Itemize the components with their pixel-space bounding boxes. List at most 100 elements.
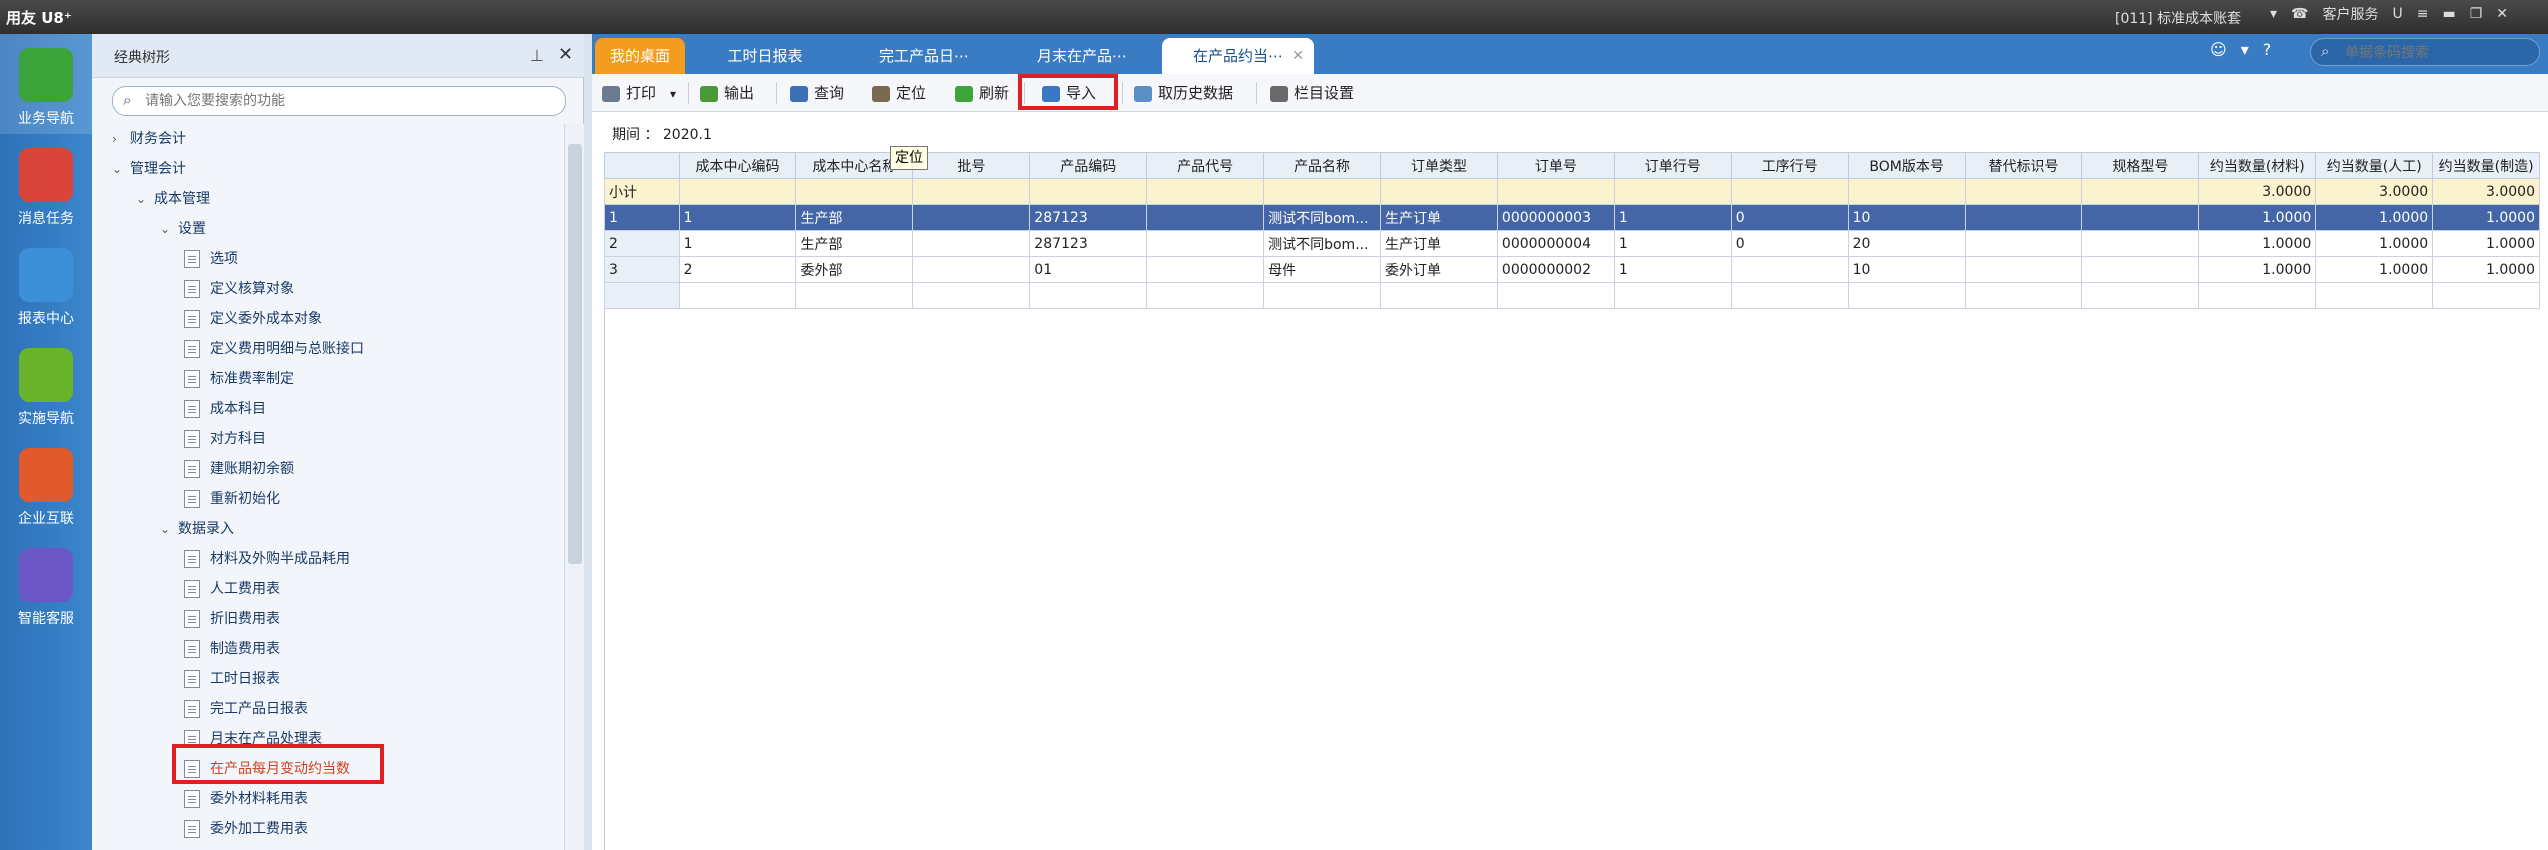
menu-icon[interactable]: ≡ [2417, 6, 2429, 22]
grid-cell[interactable] [2081, 282, 2200, 309]
grid-cell[interactable] [1730, 282, 1849, 309]
customer-service-link[interactable]: 客户服务 [2322, 4, 2378, 24]
grid-cell[interactable]: 1 [1613, 230, 1732, 257]
grid-cell[interactable] [678, 282, 797, 309]
grid-cell[interactable]: 1.0000 [2198, 204, 2317, 231]
tree-item[interactable]: 制造费用表 [184, 634, 280, 664]
grid-cell[interactable] [1964, 282, 2083, 309]
column-header[interactable]: 订单类型 [1380, 152, 1498, 179]
grid-cell[interactable] [678, 178, 797, 205]
grid-cell[interactable] [1263, 282, 1382, 309]
column-header[interactable]: 规格型号 [2081, 152, 2200, 179]
grid-cell[interactable] [1146, 256, 1265, 283]
grid-cell[interactable] [2198, 282, 2317, 309]
scrollbar-thumb[interactable] [568, 144, 582, 564]
tree-item[interactable]: 定义费用明细与总账接口 [184, 334, 364, 364]
grid-cell[interactable]: 母件 [1263, 256, 1382, 283]
grid-cell[interactable]: 287123 [1029, 230, 1148, 257]
grid-cell[interactable]: 1 [1613, 204, 1732, 231]
tree-item[interactable]: 重新初始化 [184, 484, 280, 514]
table-row[interactable]: 2 1 生产部 287123 测试不同bom... 生产订单 0000000004 1 0 20 1… [604, 230, 2540, 257]
grid-cell[interactable]: 20 [1847, 230, 1966, 257]
grid-cell[interactable]: 3.0000 [2315, 178, 2434, 205]
grid-cell[interactable] [1029, 178, 1148, 205]
grid-cell[interactable]: 0000000003 [1496, 204, 1615, 231]
grid-cell[interactable] [1496, 282, 1615, 309]
grid-cell[interactable]: 委外部 [795, 256, 914, 283]
column-header[interactable]: 批号 [912, 152, 1031, 179]
nav-item-5[interactable]: 智能客服 [0, 534, 92, 634]
column-header[interactable]: 订单行号 [1613, 152, 1732, 179]
empty-row[interactable] [604, 282, 2540, 309]
grid-cell[interactable]: 287123 [1029, 204, 1148, 231]
grid-cell[interactable] [1964, 204, 2083, 231]
grid-cell[interactable]: 生产部 [795, 204, 914, 231]
grid-cell[interactable] [1847, 282, 1966, 309]
grid-cell[interactable]: 1.0000 [2315, 204, 2434, 231]
expand-caret-icon[interactable]: › [112, 124, 130, 154]
tree-item[interactable]: 工时日报表 [184, 664, 280, 694]
grid-cell[interactable] [1380, 178, 1498, 205]
grid-cell[interactable]: 2 [678, 256, 797, 283]
grid-cell[interactable] [912, 178, 1031, 205]
grid-cell[interactable]: 1.0000 [2432, 256, 2540, 283]
tree-item[interactable]: 定义核算对象 [184, 274, 294, 304]
tree-search-box[interactable]: ⌕ [112, 86, 566, 116]
tree-item[interactable]: 完工产品日报表 [184, 694, 308, 724]
tree-item[interactable]: 人工费用表 [184, 574, 280, 604]
column-header[interactable]: 产品编码 [1029, 152, 1148, 179]
smile-icon[interactable]: ☺ [2210, 40, 2227, 59]
nav-item-4[interactable]: 企业互联 [0, 434, 92, 534]
tree-item[interactable]: 定义委外成本对象 [184, 304, 322, 334]
grid-cell[interactable] [912, 230, 1031, 257]
grid-cell[interactable] [1496, 178, 1615, 205]
chevron-down-icon[interactable]: ▾ [2241, 40, 2249, 59]
refresh-button[interactable]: 刷新 [955, 80, 1009, 106]
grid-cell[interactable]: 1.0000 [2315, 230, 2434, 257]
tree-item[interactable]: 对方科目 [184, 424, 266, 454]
help-icon[interactable]: ? [2263, 40, 2272, 59]
tab-3[interactable]: 月末在产品⋯ [1008, 38, 1156, 74]
tree-item[interactable]: 委外加工费用表 [184, 814, 308, 844]
column-header[interactable]: 成本中心编码 [678, 152, 797, 179]
grid-cell[interactable] [1613, 178, 1732, 205]
grid-cell[interactable] [1263, 178, 1382, 205]
column-header[interactable]: BOM版本号 [1847, 152, 1966, 179]
panel-splitter[interactable] [584, 34, 592, 850]
nav-item-0[interactable]: 业务导航 [0, 34, 92, 134]
grid-cell[interactable]: 0 [1730, 204, 1849, 231]
column-header[interactable]: 订单号 [1496, 152, 1615, 179]
grid-cell[interactable] [795, 282, 914, 309]
expand-caret-icon[interactable]: ⌄ [160, 214, 178, 244]
grid-cell[interactable] [1964, 256, 2083, 283]
nav-item-2[interactable]: 报表中心 [0, 234, 92, 334]
grid-cell[interactable] [2081, 204, 2200, 231]
locate-button[interactable]: 定位 [872, 80, 926, 106]
expand-caret-icon[interactable]: ⌄ [112, 154, 130, 184]
tree-item[interactable]: 标准费率制定 [184, 364, 294, 394]
tab-0[interactable]: 我的桌面 [595, 38, 685, 74]
grid-cell[interactable] [1613, 282, 1732, 309]
grid-cell[interactable]: 委外订单 [1380, 256, 1498, 283]
column-settings-button[interactable]: 栏目设置 [1270, 80, 1354, 106]
tree-item[interactable]: ⌄ 管理会计 [112, 154, 186, 184]
query-button[interactable]: 查询 [790, 80, 844, 106]
minimize-icon[interactable]: ▬ [2442, 6, 2455, 22]
grid-cell[interactable] [1847, 178, 1966, 205]
restore-icon[interactable]: ❐ [2470, 6, 2483, 22]
tree-scrollbar[interactable] [564, 124, 584, 850]
grid-cell[interactable] [1964, 178, 2083, 205]
grid-cell[interactable]: 0000000004 [1496, 230, 1615, 257]
barcode-search-input[interactable] [2345, 43, 2531, 63]
grid-cell[interactable]: 1.0000 [2198, 256, 2317, 283]
grid-cell[interactable]: 1 [678, 230, 797, 257]
history-data-button[interactable]: 取历史数据 [1134, 80, 1233, 106]
print-button[interactable]: 打印 ▾ [602, 80, 676, 106]
tree-item[interactable]: 建账期初余额 [184, 454, 294, 484]
grid-cell[interactable] [1146, 178, 1265, 205]
barcode-search-box[interactable]: ⌕ [2310, 38, 2540, 66]
chevron-down-icon[interactable]: ▾ [2270, 6, 2277, 22]
tree-item[interactable]: 选项 [184, 244, 238, 274]
account-label[interactable]: [011] 标准成本账套 [2115, 8, 2241, 28]
grid-cell[interactable]: 1.0000 [2432, 204, 2540, 231]
